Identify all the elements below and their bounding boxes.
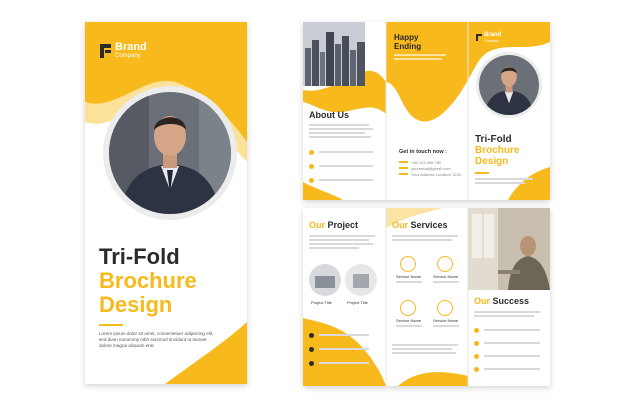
get-in-touch: Get in touch now : xyxy=(399,149,447,155)
service-icon-4 xyxy=(437,300,453,316)
service-icon-1 xyxy=(400,256,416,272)
our-services-label: Our Services xyxy=(392,220,448,230)
office-photo xyxy=(468,208,550,290)
service-name-1: Service Name xyxy=(396,274,422,279)
portrait-photo xyxy=(103,86,237,220)
outside-spread: About Us Happy Ending Get in touch now :… xyxy=(303,22,550,200)
small-title-line1: Tri-Fold xyxy=(475,134,512,145)
our-project-title: Our Project xyxy=(309,220,358,230)
phone-value: +88 123 456 789 xyxy=(411,160,442,165)
cover-body-text: Lorem ipsum dolor sit amet, consectetuer… xyxy=(99,331,214,348)
happy-ending-line2: Ending xyxy=(394,42,422,51)
brand-name-small: Brand xyxy=(484,32,502,38)
service-icon-3 xyxy=(400,300,416,316)
cover-title-underline xyxy=(99,324,123,326)
brand-logo-icon xyxy=(100,44,112,58)
project-title-1: Project Title xyxy=(311,300,332,305)
address-value: Your Address Location 1234 xyxy=(411,172,461,177)
about-title: About Us xyxy=(309,110,349,120)
email-value: youremail@gmail.com xyxy=(411,166,451,171)
our-services-title: Our Services xyxy=(392,220,448,230)
inside-spread: Our Project Project Title Project Title … xyxy=(303,208,550,386)
service-name-2: Service Name xyxy=(433,274,459,279)
cover-title-line2: Brochure xyxy=(99,268,197,293)
happy-ending-line1: Happy xyxy=(394,33,419,42)
brand-name: Brand xyxy=(115,41,147,53)
cover-title-line1: Tri-Fold xyxy=(99,244,180,269)
project-image-1 xyxy=(309,264,341,296)
our-success-label: Our Success xyxy=(474,296,530,306)
service-icon-2 xyxy=(437,256,453,272)
brand-logo-icon-small xyxy=(476,34,482,41)
small-title-line3: Design xyxy=(475,156,509,167)
cover-panel: Brand Company Tri-Fold Brochure Design L… xyxy=(85,22,247,384)
city-photo xyxy=(303,22,365,86)
our-project-label: Our Project xyxy=(309,220,359,230)
our-success-title: Our Success xyxy=(474,296,529,306)
brand-subname: Company xyxy=(115,53,141,59)
service-name-4: Service Name xyxy=(433,318,459,323)
service-name-3: Service Name xyxy=(396,318,422,323)
project-title-2: Project Title xyxy=(347,300,368,305)
project-image-2 xyxy=(345,264,377,296)
brand-subname-small: Company xyxy=(484,39,499,43)
cover-title-line3: Design xyxy=(99,292,173,317)
portrait-photo-small xyxy=(476,52,542,118)
small-title-line2: Brochure xyxy=(475,145,520,156)
